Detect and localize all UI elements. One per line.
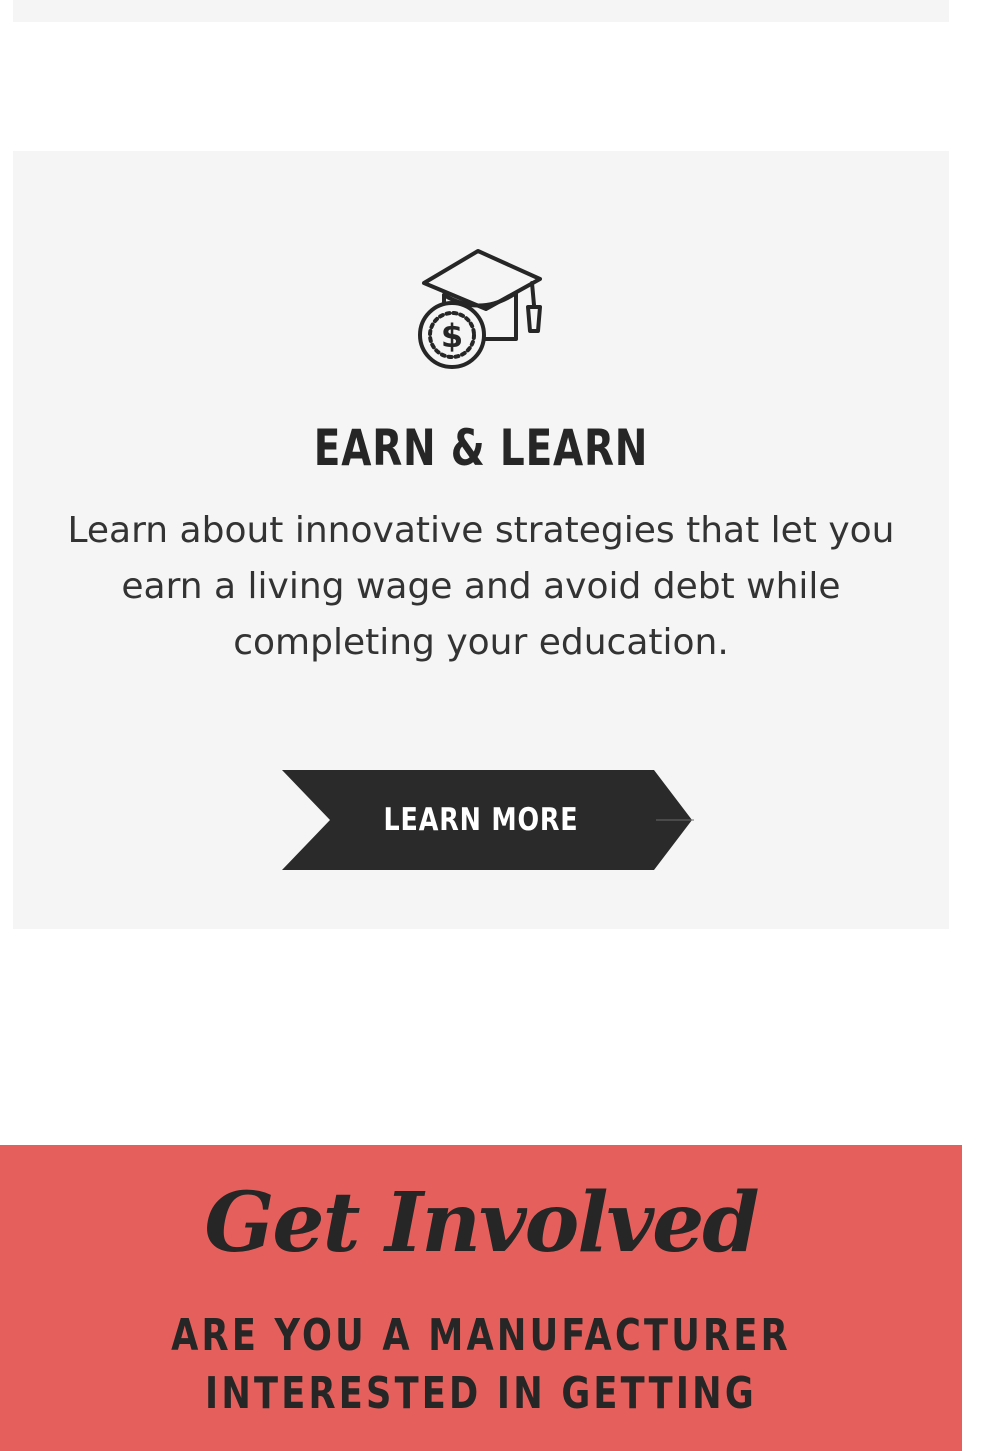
learn-more-button[interactable]: LEARN MORE (268, 768, 694, 872)
card-description: Learn about innovative strategies that l… (67, 510, 895, 663)
get-involved-text: ARE YOU A MANUFACTURER INTERESTED IN GET… (171, 1310, 791, 1419)
card-title: EARN & LEARN (313, 419, 649, 477)
get-involved-title: Get Involved (204, 1175, 759, 1271)
previous-card-bottom (13, 0, 949, 22)
earn-learn-card: $ EARN & LEARN Learn about innovative st… (13, 151, 949, 929)
get-involved-section: Get Involved ARE YOU A MANUFACTURER INTE… (0, 1145, 962, 1451)
svg-text:$: $ (441, 317, 463, 355)
learn-more-label: LEARN MORE (383, 802, 579, 838)
graduation-cap-dollar-icon: $ (416, 247, 548, 371)
